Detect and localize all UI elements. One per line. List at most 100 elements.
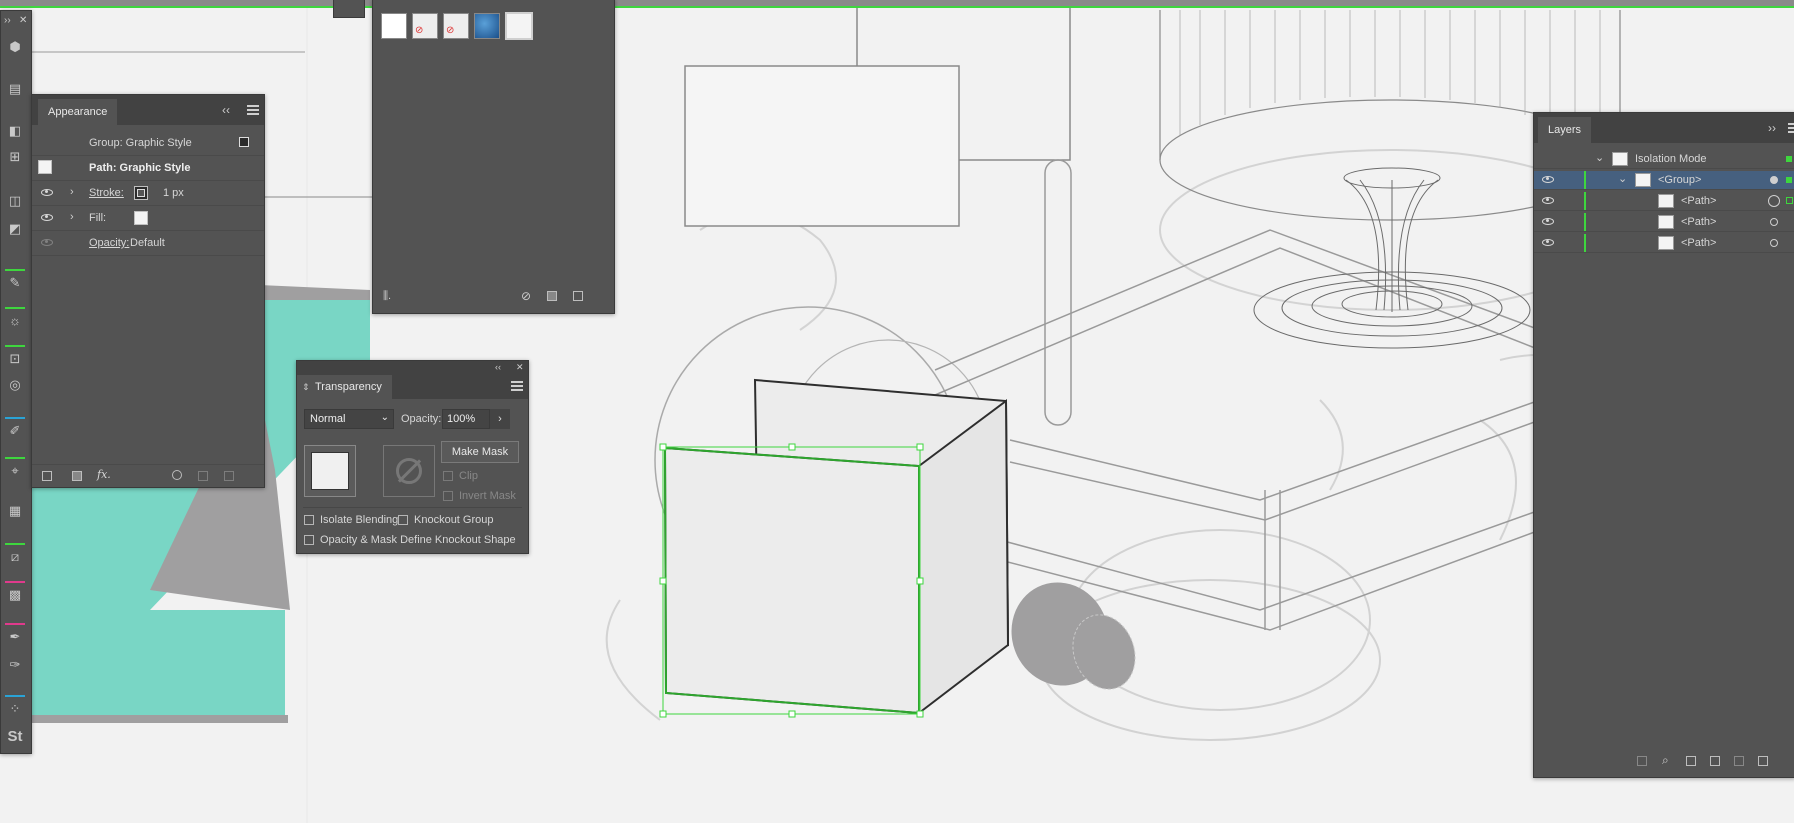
group-visibility-eye-icon[interactable] — [1542, 176, 1554, 183]
clip-checkbox[interactable] — [443, 471, 453, 481]
panel-menu-icon[interactable] — [247, 105, 259, 115]
collapse-layers-icon[interactable]: ›› — [1768, 122, 1776, 134]
image-trace-tool-icon[interactable]: ▦ — [4, 501, 26, 521]
group-row[interactable]: Group: Graphic Style — [32, 131, 264, 156]
transparency-menu-icon[interactable] — [511, 381, 523, 391]
delete-style-icon[interactable] — [573, 291, 583, 301]
path-visibility-eye-icon[interactable] — [1542, 218, 1554, 225]
fill-visibility-eye-icon[interactable] — [41, 214, 53, 221]
artboard-canvas[interactable] — [0, 0, 1794, 823]
navigator-tool-icon[interactable]: ⧄ — [4, 547, 26, 567]
clear-appearance-icon[interactable] — [172, 470, 182, 480]
create-new-layer-icon[interactable] — [1734, 756, 1744, 766]
opacity-slider-arrow-icon[interactable]: › — [490, 409, 510, 429]
add-effect-icon[interactable]: fx. — [97, 468, 111, 481]
opacity-input[interactable]: 100% — [442, 409, 490, 429]
pencil-tool-icon[interactable]: ✐ — [4, 421, 26, 441]
collapse-transparency-icon[interactable]: ‹‹ — [495, 361, 501, 373]
stroke-expand-chevron-icon[interactable]: › — [70, 186, 74, 198]
collapse-toolbar-icon[interactable]: ›› — [4, 15, 11, 27]
close-toolbar-icon[interactable]: ✕ — [19, 15, 27, 27]
stroke-weight[interactable]: 1 px — [163, 187, 184, 199]
locate-object-icon[interactable]: ⌕ — [1662, 753, 1669, 768]
3d-tool-icon[interactable]: ⬢ — [4, 37, 26, 57]
close-transparency-icon[interactable]: ✕ — [516, 361, 524, 373]
fill-expand-chevron-icon[interactable]: › — [70, 211, 74, 223]
group-target-icon[interactable] — [1770, 176, 1778, 184]
collapse-panel-icon[interactable]: ‹‹ — [222, 104, 230, 116]
invert-mask-checkbox[interactable] — [443, 491, 453, 501]
no-fill-style-1-swatch[interactable]: ⊘ — [412, 13, 438, 39]
stroke-swatch[interactable] — [134, 186, 148, 200]
anchor-tool-icon[interactable]: ⌖ — [4, 461, 26, 481]
align-tool-icon[interactable]: ▤ — [4, 79, 26, 99]
path-target-icon[interactable] — [1768, 195, 1780, 207]
make-mask-button[interactable]: Make Mask — [441, 441, 519, 463]
tab-layers[interactable]: Layers — [1538, 117, 1592, 143]
path-visibility-eye-icon[interactable] — [1542, 197, 1554, 204]
delete-item-icon[interactable] — [224, 471, 234, 481]
transform-tool-icon[interactable]: ⊞ — [4, 147, 26, 167]
path-target-icon[interactable] — [1770, 239, 1778, 247]
path-row[interactable]: Path: Graphic Style — [32, 156, 264, 181]
layers-menu-icon[interactable] — [1788, 123, 1794, 133]
selection-indicator-icon[interactable] — [1786, 156, 1792, 162]
graphic-styles-tool-icon[interactable]: ⁘ — [4, 699, 26, 719]
opacity-label[interactable]: Opacity: — [89, 237, 129, 249]
export-layer-icon[interactable] — [1637, 756, 1647, 766]
break-link-icon[interactable]: ⊘ — [521, 289, 531, 303]
knockout-group-checkbox[interactable] — [398, 515, 408, 525]
blend-mode-select[interactable]: Normal ⌄ — [304, 409, 394, 429]
duplicate-item-icon[interactable] — [198, 471, 208, 481]
blob-brush-tool-icon[interactable]: ✑ — [4, 655, 26, 675]
object-thumbnail[interactable] — [304, 445, 356, 497]
layer-row-path[interactable]: <Path> — [1534, 192, 1794, 211]
create-sublayer-icon[interactable] — [1710, 756, 1720, 766]
fill-label[interactable]: Fill: — [89, 212, 106, 224]
tab-transparency[interactable]: ⇕ Transparency — [297, 375, 392, 399]
no-fill-style-2-swatch[interactable]: ⊘ — [443, 13, 469, 39]
isolation-expand-chevron-icon[interactable]: ⌄ — [1595, 151, 1604, 164]
isolate-blending-checkbox[interactable] — [304, 515, 314, 525]
pathfinder-tool-icon[interactable]: ◧ — [4, 121, 26, 141]
stroke-visibility-eye-icon[interactable] — [41, 189, 53, 196]
libraries-tool-icon[interactable]: ◫ — [4, 191, 26, 211]
default-style-swatch[interactable] — [381, 13, 407, 39]
path-visibility-eye-icon[interactable] — [1542, 239, 1554, 246]
add-new-stroke-icon[interactable] — [42, 471, 52, 481]
artboard-tool-icon[interactable]: ⊡ — [4, 349, 26, 369]
make-clipping-mask-icon[interactable] — [1686, 756, 1696, 766]
path-target-icon[interactable] — [1770, 218, 1778, 226]
graphic-styles-libraries-icon[interactable]: ⫼. — [383, 290, 391, 303]
delete-layer-icon[interactable] — [1758, 756, 1768, 766]
layer-row-group[interactable]: ⌄ <Group> — [1534, 171, 1794, 190]
tab-appearance[interactable]: Appearance — [38, 99, 118, 125]
layer-row-path[interactable]: <Path> — [1534, 213, 1794, 232]
fill-row[interactable]: › Fill: — [32, 206, 264, 231]
opacity-row[interactable]: Opacity: Default — [32, 231, 264, 256]
mask-thumbnail[interactable] — [383, 445, 435, 497]
opacity-visibility-eye-icon[interactable] — [41, 239, 53, 246]
new-style-icon[interactable] — [547, 291, 557, 301]
layer-row-isolation[interactable]: ⌄ Isolation Mode — [1534, 150, 1794, 169]
brightness-tool-icon[interactable]: ☼ — [4, 311, 26, 331]
group-expand-chevron-icon[interactable]: ⌄ — [1618, 172, 1627, 185]
pen-path-tool-icon[interactable]: ✎ — [4, 273, 26, 293]
symbols-tool-icon[interactable]: ◩ — [4, 219, 26, 239]
color-guide-tool-icon[interactable]: ◎ — [4, 375, 26, 395]
opacity-mask-knockout-checkbox[interactable] — [304, 535, 314, 545]
stroke-row[interactable]: › Stroke: 1 px — [32, 181, 264, 206]
collapsed-panel-button[interactable] — [333, 0, 365, 18]
stroke-label[interactable]: Stroke: — [89, 187, 124, 199]
adobe-stock-icon[interactable]: St — [4, 727, 26, 747]
edit-group-icon[interactable] — [239, 137, 249, 147]
layer-row-path[interactable]: <Path> — [1534, 234, 1794, 253]
blue-texture-style-swatch[interactable] — [474, 13, 500, 39]
group-selected-indicator-icon[interactable] — [1786, 177, 1792, 183]
selected-style-swatch[interactable] — [505, 12, 533, 40]
gradient-tool-icon[interactable]: ▩ — [4, 585, 26, 605]
fill-swatch[interactable] — [134, 211, 148, 225]
path-selected-indicator-icon[interactable] — [1786, 197, 1793, 204]
brush-tool-icon[interactable]: ✒ — [4, 627, 26, 647]
add-new-fill-icon[interactable] — [72, 471, 82, 481]
